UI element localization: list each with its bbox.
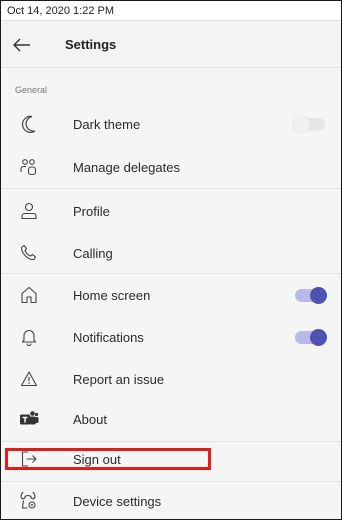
settings-screen: Oct 14, 2020 1:22 PM Settings General Da… <box>0 0 342 520</box>
settings-item-notifications[interactable]: Notifications <box>1 317 341 357</box>
settings-item-label: Device settings <box>73 493 162 509</box>
sign-out-highlight-box <box>5 448 211 470</box>
notifications-toggle[interactable] <box>295 328 327 346</box>
warning-icon <box>19 369 39 389</box>
header-bar: Settings <box>1 22 341 68</box>
status-datetime: Oct 14, 2020 1:22 PM <box>7 5 115 17</box>
people-icon <box>19 157 39 177</box>
home-screen-toggle[interactable] <box>295 286 327 304</box>
divider <box>1 273 341 274</box>
settings-item-label: Manage delegates <box>73 159 180 175</box>
toggle-knob <box>293 115 310 133</box>
phone-icon <box>19 243 39 263</box>
page-title: Settings <box>65 37 117 52</box>
settings-item-report-issue[interactable]: Report an issue <box>1 359 341 399</box>
settings-item-label: Notifications <box>73 329 144 345</box>
home-icon <box>19 285 39 305</box>
settings-item-label: Calling <box>73 245 113 261</box>
device-settings-icon <box>19 491 39 511</box>
toggle-knob <box>310 286 327 304</box>
settings-item-about[interactable]: About <box>1 399 341 439</box>
settings-item-calling[interactable]: Calling <box>1 233 341 273</box>
settings-item-home-screen[interactable]: Home screen <box>1 275 341 315</box>
moon-icon <box>19 114 39 134</box>
person-icon <box>19 201 39 221</box>
settings-item-label: Report an issue <box>73 371 165 387</box>
settings-item-dark-theme[interactable]: Dark theme <box>1 104 341 144</box>
settings-item-profile[interactable]: Profile <box>1 191 341 231</box>
back-button[interactable] <box>9 32 35 58</box>
settings-item-label: About <box>73 411 107 427</box>
settings-item-manage-delegates[interactable]: Manage delegates <box>1 147 341 187</box>
settings-item-label: Dark theme <box>73 116 141 132</box>
settings-item-label: Profile <box>73 203 110 219</box>
toggle-knob <box>310 328 327 346</box>
status-bar: Oct 14, 2020 1:22 PM <box>1 1 341 21</box>
teams-logo-icon <box>19 409 39 429</box>
divider <box>1 188 341 189</box>
settings-item-label: Home screen <box>73 287 151 303</box>
settings-item-device-settings[interactable]: Device settings <box>1 481 341 519</box>
arrow-left-icon <box>13 38 30 52</box>
bell-icon <box>19 327 39 347</box>
dark-theme-toggle[interactable] <box>293 115 325 133</box>
section-label-general: General <box>15 85 48 95</box>
